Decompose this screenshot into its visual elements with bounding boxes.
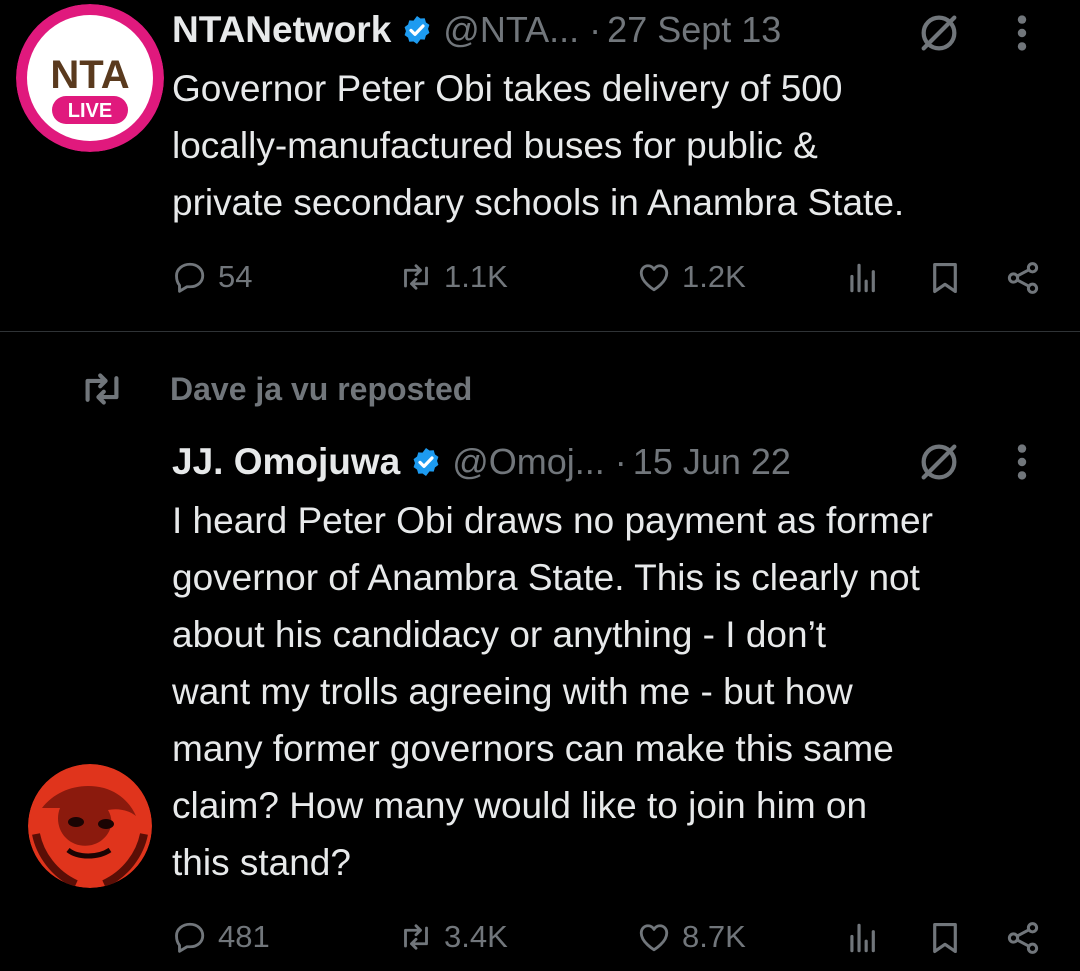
repost-count: 1.1K (444, 259, 508, 294)
repost-icon (85, 373, 119, 405)
views-icon[interactable] (844, 259, 882, 297)
like-count: 1.2K (682, 259, 746, 294)
like-icon (639, 924, 669, 952)
tweet-text: Governor Peter Obi takes delivery of 500… (172, 68, 905, 223)
reply-icon (175, 262, 205, 293)
repost-icon (404, 264, 428, 290)
share-icon[interactable] (1004, 259, 1042, 297)
reply-icon (175, 922, 205, 953)
separator-dot: · (614, 441, 627, 482)
repost-context[interactable]: Dave ja vu reposted (80, 364, 472, 414)
reply-button[interactable]: 481 (172, 912, 270, 962)
timestamp[interactable]: 27 Sept 13 (607, 9, 781, 51)
repost-button[interactable]: 1.1K (398, 252, 508, 302)
like-count: 8.7K (682, 919, 746, 954)
tweet[interactable]: Dave ja vu reposted JJ. Omojuwa @Omoj...… (0, 332, 1080, 971)
repost-context-label: Dave ja vu reposted (170, 370, 473, 407)
like-icon (639, 264, 669, 292)
display-name[interactable]: NTANetwork (172, 9, 391, 51)
like-button[interactable]: 1.2K (636, 252, 746, 302)
more-icon[interactable] (1016, 439, 1028, 485)
like-button[interactable]: 8.7K (636, 912, 746, 962)
action-bar: 481 3.4K 8.7K (172, 912, 1052, 962)
avatar[interactable] (28, 764, 152, 888)
timestamp[interactable]: 15 Jun 22 (633, 441, 791, 483)
bookmark-icon[interactable] (926, 919, 964, 957)
logo-text: NTA (50, 53, 129, 97)
handle[interactable]: @Omoj... (452, 441, 605, 483)
display-name[interactable]: JJ. Omojuwa (172, 441, 400, 483)
repost-button[interactable]: 3.4K (398, 912, 508, 962)
grok-icon[interactable] (916, 439, 962, 485)
separator-dot: · (589, 9, 602, 50)
reply-count: 481 (218, 919, 270, 954)
views-icon[interactable] (844, 919, 882, 957)
handle[interactable]: @NTA... (443, 9, 579, 51)
share-icon[interactable] (1004, 919, 1042, 957)
repost-count: 3.4K (444, 919, 508, 954)
tweet[interactable]: NTA LIVE NTANetwork @NTA... · 27 Sept 13… (0, 0, 1080, 331)
verified-badge-icon (404, 16, 430, 44)
action-bar: 54 1.1K 1.2K (172, 252, 1052, 302)
grok-icon[interactable] (916, 10, 962, 56)
live-badge: LIVE (68, 100, 112, 122)
reply-count: 54 (218, 259, 253, 294)
avatar[interactable]: NTA LIVE (16, 4, 164, 152)
more-icon[interactable] (1016, 10, 1028, 56)
tweet-text: I heard Peter Obi draws no payment as fo… (172, 500, 933, 883)
repost-icon (404, 924, 428, 950)
verified-badge-icon (413, 448, 439, 476)
reply-button[interactable]: 54 (172, 252, 252, 302)
bookmark-icon[interactable] (926, 259, 964, 297)
